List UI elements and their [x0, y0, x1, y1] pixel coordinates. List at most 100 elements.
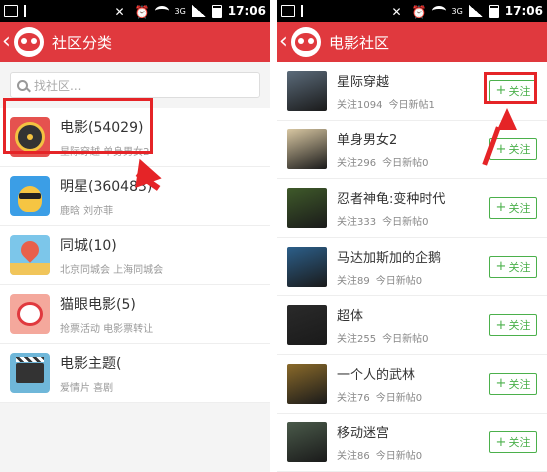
- movie-poster-image: [287, 187, 327, 228]
- movie-poster-image: [287, 363, 327, 404]
- movie-name: 星际穿越: [337, 74, 390, 90]
- follow-label: 关注: [508, 260, 531, 274]
- right-screen: ✕ ⏰ 3G 17:06 ‹ 电影社区 星际穿越 关注1094 今日新帖1 + 关注…: [277, 0, 547, 472]
- follow-label: 关注: [508, 84, 531, 98]
- category-name: 电影(54029): [60, 119, 144, 136]
- category-subtitle: 爱情片 喜剧: [60, 382, 114, 394]
- follow-button[interactable]: + 关注: [489, 372, 537, 395]
- movie-item[interactable]: 移动迷宫 关注86 今日新帖0 + 关注: [277, 414, 547, 472]
- category-item-city[interactable]: 同城(10) 北京同城会 上海同城会: [0, 226, 270, 285]
- search-placeholder: 找社区...: [34, 78, 82, 93]
- signal-icon: [468, 5, 483, 17]
- movie-name: 单身男女2: [337, 133, 398, 149]
- category-subtitle: 抢票活动 电影票转让: [60, 323, 154, 335]
- follow-label: 关注: [508, 201, 531, 215]
- title-bar: ‹ 电影社区: [277, 22, 547, 62]
- category-item-maoyan[interactable]: 猫眼电影(5) 抢票活动 电影票转让: [0, 285, 270, 344]
- movie-item[interactable]: 一个人的武林 关注76 今日新帖0 + 关注: [277, 355, 547, 414]
- follow-button[interactable]: + 关注: [489, 431, 537, 454]
- follow-label: 关注: [508, 143, 531, 157]
- category-name: 电影主题(: [60, 355, 122, 372]
- title-bar: ‹ 社区分类: [0, 22, 270, 62]
- wifi-icon: [431, 6, 446, 16]
- movie-item[interactable]: 超体 关注255 今日新帖0 + 关注: [277, 296, 547, 355]
- back-chevron-icon[interactable]: ‹: [279, 31, 291, 53]
- image-notification-icon: [281, 5, 295, 17]
- follow-button[interactable]: + 关注: [489, 79, 537, 102]
- movie-poster-image: [287, 305, 327, 346]
- followers-count: 关注255: [337, 334, 377, 346]
- usb-icon: [301, 5, 309, 17]
- search-icon: [17, 79, 28, 91]
- today-posts: 今日新帖1: [388, 99, 435, 111]
- followers-count: 关注76: [337, 392, 370, 404]
- status-bar: ✕ ⏰ 3G 17:06: [0, 0, 270, 22]
- today-posts: 今日新帖0: [382, 334, 429, 346]
- category-name: 猫眼电影(5): [60, 296, 136, 313]
- movie-name: 超体: [337, 309, 364, 325]
- movie-poster-image: [287, 422, 327, 463]
- today-posts: 今日新帖0: [382, 158, 429, 170]
- category-subtitle: 鹿晗 刘亦菲: [60, 205, 114, 217]
- wifi-icon: [154, 6, 169, 16]
- plus-icon: +: [495, 83, 507, 99]
- clapperboard-icon: [10, 353, 50, 393]
- movie-poster-image: [287, 70, 327, 111]
- category-item-movie[interactable]: 电影(54029) 星际穿越 单身男女2: [0, 108, 270, 167]
- plus-icon: +: [495, 376, 507, 392]
- follow-button[interactable]: + 关注: [489, 314, 537, 337]
- today-posts: 今日新帖0: [382, 216, 429, 228]
- category-subtitle: 星际穿越 单身男女2: [60, 146, 150, 158]
- movie-item[interactable]: 忍者神龟:变种时代 关注333 今日新帖0 + 关注: [277, 179, 547, 238]
- network-type: 3G: [451, 6, 463, 16]
- plus-icon: +: [495, 200, 507, 216]
- alarm-icon: ⏰: [134, 5, 150, 19]
- movie-item[interactable]: 马达加斯加的企鹅 关注89 今日新帖0 + 关注: [277, 238, 547, 297]
- left-screen: ✕ ⏰ 3G 17:06 ‹ 社区分类 找社区... 电影(54029) 星际穿…: [0, 0, 270, 472]
- category-item-theme[interactable]: 电影主题( 爱情片 喜剧: [0, 344, 270, 403]
- film-reel-icon: [10, 117, 50, 157]
- page-title: 社区分类: [52, 33, 113, 52]
- battery-icon: [211, 4, 222, 18]
- back-chevron-icon[interactable]: ‹: [2, 31, 14, 53]
- movie-name: 马达加斯加的企鹅: [337, 250, 442, 266]
- movie-poster-image: [287, 246, 327, 287]
- maoyan-icon: [10, 294, 50, 334]
- search-input[interactable]: 找社区...: [10, 72, 260, 98]
- status-bar: ✕ ⏰ 3G 17:06: [277, 0, 547, 22]
- annotation-arrow-icon: [497, 108, 517, 130]
- plus-icon: +: [495, 434, 507, 450]
- signal-icon: [191, 5, 206, 17]
- follow-label: 关注: [508, 377, 531, 391]
- status-time: 17:06: [227, 4, 266, 18]
- movie-name: 忍者神龟:变种时代: [337, 191, 446, 207]
- followers-count: 关注296: [337, 158, 377, 170]
- today-posts: 今日新帖0: [375, 392, 423, 404]
- follow-button[interactable]: + 关注: [489, 196, 537, 219]
- today-posts: 今日新帖0: [375, 451, 423, 463]
- follow-button[interactable]: + 关注: [489, 138, 537, 161]
- followers-count: 关注1094: [337, 99, 383, 111]
- alarm-icon: ⏰: [411, 5, 427, 19]
- search-bar: 找社区...: [0, 62, 270, 108]
- plus-icon: +: [495, 317, 507, 333]
- category-name: 同城(10): [60, 237, 117, 254]
- battery-icon: [488, 4, 499, 18]
- movie-name: 一个人的武林: [337, 367, 416, 383]
- usb-icon: [24, 5, 32, 17]
- followers-count: 关注333: [337, 216, 377, 228]
- followers-count: 关注89: [337, 275, 370, 287]
- page-title: 电影社区: [329, 33, 390, 52]
- follow-label: 关注: [508, 319, 531, 333]
- plus-icon: +: [495, 259, 507, 275]
- follow-label: 关注: [508, 436, 531, 450]
- followers-count: 关注86: [337, 451, 370, 463]
- app-logo[interactable]: [291, 27, 321, 57]
- mute-icon: ✕: [391, 5, 402, 19]
- city-pin-icon: [10, 235, 50, 275]
- app-logo[interactable]: [14, 27, 44, 57]
- image-notification-icon: [4, 5, 18, 17]
- category-subtitle: 北京同城会 上海同城会: [60, 264, 164, 276]
- follow-button[interactable]: + 关注: [489, 255, 537, 278]
- mute-icon: ✕: [114, 5, 125, 19]
